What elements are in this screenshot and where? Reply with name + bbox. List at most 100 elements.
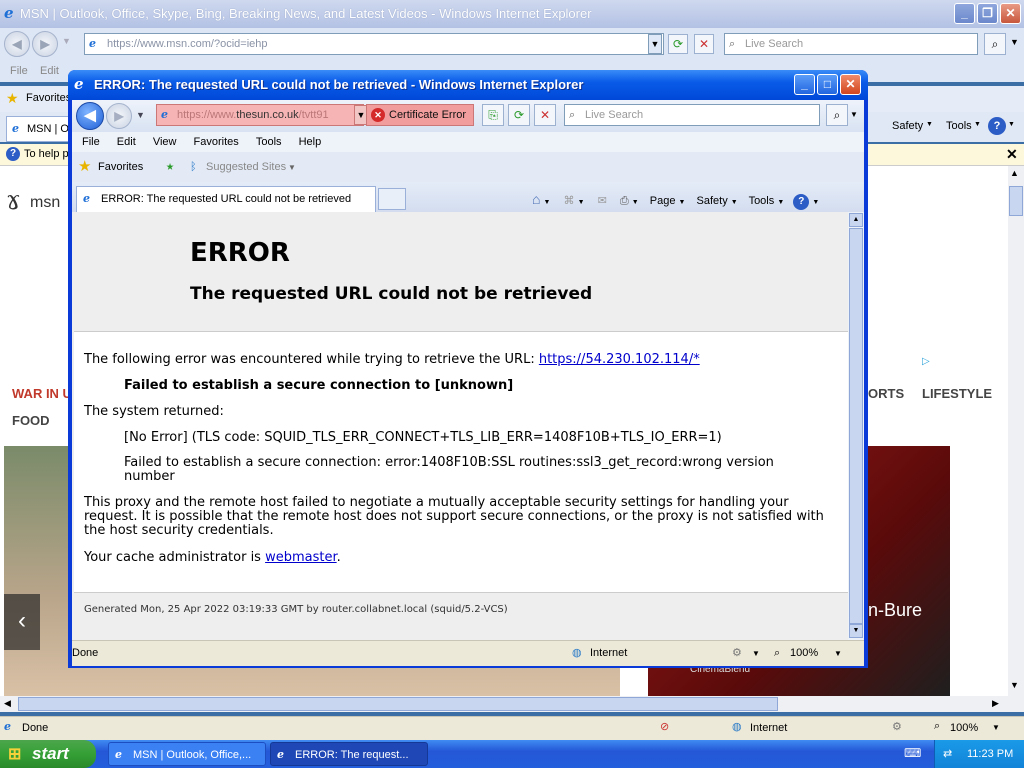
bg-favorites-label[interactable]: Favorites [26,92,71,104]
protected-mode-icon[interactable]: ⚙ [892,720,902,733]
bg-horizontal-scrollbar[interactable]: ◀ ▶ [0,696,1024,712]
scroll-left-icon[interactable]: ◀ [4,698,11,709]
suggested-sites-dropdown-icon[interactable]: ▼ [288,153,296,183]
popup-search-placeholder: Live Search [585,109,644,121]
bg-nav-lifestyle[interactable]: LIFESTYLE [922,386,992,401]
ad-choices-icon[interactable]: ▷ [922,356,930,367]
popup-history-dropdown-icon[interactable]: ▼ [136,110,145,120]
home-dropdown-icon[interactable]: ▼ [544,199,551,206]
bg-tools-menu[interactable]: Tools [946,120,972,132]
popup-menu-bar: File Edit View Favorites Tools Help [72,132,864,152]
popup-protected-dropdown-icon[interactable]: ▼ [752,642,760,666]
popup-help-icon[interactable]: ? [793,194,810,210]
print-icon[interactable]: ⎙ [620,195,629,207]
bg-vscroll-thumb[interactable] [1009,186,1023,216]
popup-minimize-button[interactable]: _ [794,74,815,95]
popup-vertical-scrollbar[interactable]: ▲ ▼ [848,212,864,640]
suggested-sites-button[interactable]: Suggested Sites [206,152,286,182]
popup-scroll-down-icon[interactable]: ▼ [849,624,863,638]
start-button[interactable]: ⊞ start [0,740,96,768]
tools-menu[interactable]: Tools [749,195,775,207]
popup-protected-mode-icon[interactable]: ⚙ [732,641,742,665]
menu-tools[interactable]: Tools [256,136,282,148]
popup-maximize-button[interactable]: □ [817,74,838,95]
bg-menu-edit[interactable]: Edit [40,65,59,77]
popup-forward-button[interactable]: ▶ [106,103,132,129]
popup-search-options-icon[interactable]: ▼ [850,110,858,119]
taskbar-button-msn[interactable]: e MSN | Outlook, Office,... [108,742,266,766]
scroll-up-icon[interactable]: ▲ [1010,168,1019,178]
menu-file[interactable]: File [82,136,100,148]
popup-back-button[interactable]: ◀ [76,102,104,130]
bg-window-title: MSN | Outlook, Office, Skype, Bing, Brea… [20,6,592,21]
cache-admin-line: Your cache administrator is webmaster. [84,550,341,565]
bg-search-go-icon[interactable]: ⌕ [984,33,1006,55]
popup-scroll-up-icon[interactable]: ▲ [849,213,863,227]
bg-nav-war[interactable]: WAR IN U [12,386,72,401]
network-icon[interactable]: ⇄ [943,740,952,768]
clock[interactable]: 11:23 PM [967,740,1013,768]
popup-status-zoom[interactable]: 100% [790,641,818,665]
home-icon[interactable]: ⌂ [532,191,540,207]
popup-search-input[interactable]: ⌕ Live Search [564,104,820,126]
bg-address-bar[interactable]: e https://www.msn.com/?ocid=iehp [84,33,664,55]
ssl-detail: Failed to establish a secure connection:… [124,455,774,484]
taskbar-button-error[interactable]: e ERROR: The request... [270,742,428,766]
bg-forward-button[interactable]: ▶ [32,31,58,57]
menu-view[interactable]: View [153,136,177,148]
carousel-prev-icon[interactable]: ‹ [4,594,40,650]
popup-help-dropdown-icon[interactable]: ▼ [812,199,819,206]
minimize-button[interactable]: _ [954,3,975,24]
print-dropdown-icon[interactable]: ▼ [632,199,639,206]
popup-search-go-icon[interactable]: ⌕ [826,104,848,126]
no-error-detail: [No Error] (TLS code: SQUID_TLS_ERR_CONN… [124,430,722,445]
menu-favorites[interactable]: Favorites [194,136,239,148]
bg-status-zoom[interactable]: 100% [950,722,978,734]
zoom-dropdown-icon[interactable]: ▼ [992,723,1000,732]
bg-nav-sports[interactable]: ORTS [868,386,904,401]
bg-menu-file[interactable]: File [10,65,28,77]
scroll-right-icon[interactable]: ▶ [992,698,999,709]
menu-edit[interactable]: Edit [117,136,136,148]
bg-tab-msn[interactable]: e MSN | O [6,116,70,142]
popup-tab-error[interactable]: e ERROR: The requested URL could not be … [76,186,376,212]
bg-hscroll-thumb[interactable] [18,697,778,711]
feeds-icon[interactable]: ⌘ [564,195,575,207]
info-close-icon[interactable]: ✕ [1006,146,1018,163]
menu-help[interactable]: Help [299,136,322,148]
certificate-error-button[interactable]: ✕ Certificate Error [366,104,474,126]
popup-status-zone: Internet [590,647,628,659]
webmaster-link[interactable]: webmaster [265,550,337,565]
bg-safety-menu[interactable]: Safety [892,120,923,132]
popup-address-bar[interactable]: e https://www.thesun.co.uk/tvtt91 [156,104,364,126]
popup-stop-icon[interactable]: ✕ [534,104,556,126]
scroll-down-icon[interactable]: ▼ [1010,680,1019,690]
bg-back-button[interactable]: ◀ [4,31,30,57]
msn-butterfly-icon: ɤ [6,186,21,216]
close-button[interactable]: ✕ [1000,3,1021,24]
compatibility-view-icon[interactable]: ⎘ [482,104,504,126]
feeds-dropdown-icon[interactable]: ▼ [578,199,585,206]
add-favorites-icon[interactable]: ⭑ [166,152,174,182]
page-menu[interactable]: Page [650,195,676,207]
popup-zoom-dropdown-icon[interactable]: ▼ [834,642,842,666]
bg-refresh-icon[interactable]: ⟳ [668,34,688,54]
popup-scroll-thumb[interactable] [849,228,863,624]
keyboard-icon[interactable]: ⌨ [904,746,921,760]
popup-close-button[interactable]: ✕ [840,74,861,95]
bg-nav-food[interactable]: FOOD [12,413,50,428]
mail-icon[interactable]: ✉ [598,195,607,207]
popup-refresh-icon[interactable]: ⟳ [508,104,530,126]
error-url-link[interactable]: https://54.230.102.114/* [539,352,700,367]
restore-button[interactable]: ❐ [977,3,998,24]
bg-stop-icon[interactable]: ✕ [694,34,714,54]
bg-search-input[interactable]: ⌕ Live Search [724,33,978,55]
safety-menu[interactable]: Safety [697,195,728,207]
bg-history-dropdown-icon[interactable]: ▼ [62,36,71,46]
help-icon[interactable]: ? [988,117,1006,135]
bg-vertical-scrollbar[interactable]: ▲ ▼ [1008,166,1024,696]
bg-address-dropdown-icon[interactable]: ▼ [648,34,662,54]
new-tab-button[interactable] [378,188,406,210]
bg-search-options-icon[interactable]: ▼ [1010,37,1019,47]
popup-favorites-button[interactable]: Favorites [98,152,143,182]
